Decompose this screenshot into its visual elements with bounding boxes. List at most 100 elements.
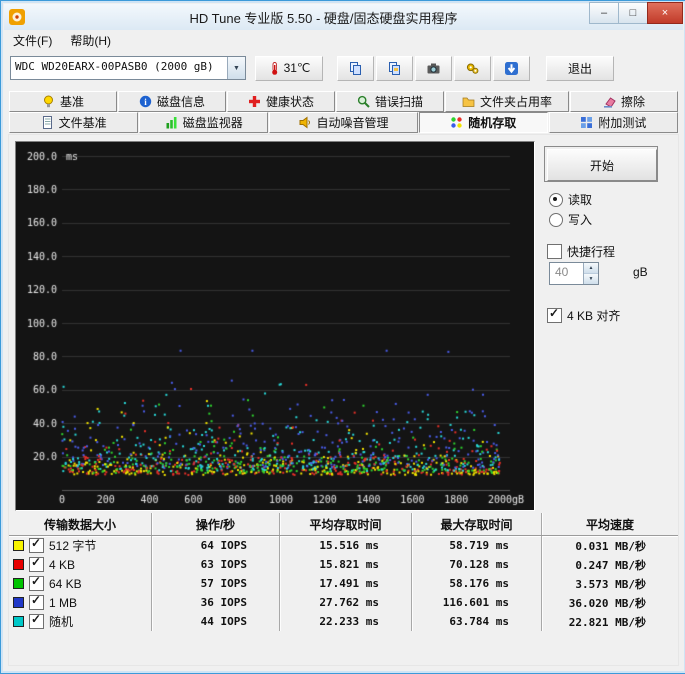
tab-label: 随机存取 xyxy=(468,116,517,130)
table-row: 1 MB 36 IOPS 27.762 ms 116.601 ms 36.020… xyxy=(9,593,678,612)
spinner: ▲ ▼ xyxy=(583,263,598,284)
tab-extra-tests[interactable]: 附加测试 xyxy=(548,112,679,133)
avg-speed-value: 36.020 MB/秒 xyxy=(541,593,678,612)
tab-label: 擦除 xyxy=(620,95,645,109)
max-access-value: 116.601 ms xyxy=(411,593,541,612)
avg-speed-value: 22.821 MB/秒 xyxy=(541,612,678,631)
tab-label: 磁盘信息 xyxy=(157,95,206,109)
tab-folder-usage[interactable]: 文件夹占用率 xyxy=(445,91,569,112)
copy-text-button[interactable] xyxy=(337,55,374,81)
max-access-value: 58.176 ms xyxy=(411,574,541,593)
magnifier-icon xyxy=(357,95,370,108)
series-swatch xyxy=(13,559,24,570)
read-option[interactable]: 读取 xyxy=(549,191,592,208)
update-button[interactable] xyxy=(493,55,530,81)
start-button[interactable]: 开始 xyxy=(547,149,657,181)
screenshot-button[interactable] xyxy=(415,55,452,81)
col-header: 传输数据大小 xyxy=(43,517,116,532)
hdtune-window: HD Tune 专业版 5.50 - 硬盘/固态硬盘实用程序 – □ × 文件(… xyxy=(0,0,685,674)
app-icon xyxy=(9,9,25,25)
quick-stroke-unit: gB xyxy=(633,265,648,279)
table-row: 512 字节 64 IOPS 15.516 ms 58.719 ms 0.031… xyxy=(9,536,678,555)
tab-health[interactable]: 健康状态 xyxy=(227,91,336,112)
align-option[interactable]: 4 KB 对齐 xyxy=(547,306,620,324)
tab-label: 健康状态 xyxy=(266,95,315,109)
copy-image-button[interactable] xyxy=(376,55,413,81)
eraser-icon xyxy=(603,95,616,108)
speaker-icon xyxy=(299,116,312,129)
avg-access-value: 17.491 ms xyxy=(279,574,411,593)
tab-file-benchmark[interactable]: 文件基准 xyxy=(9,112,139,133)
series-label: 4 KB xyxy=(49,557,76,572)
tab-noise-management[interactable]: 自动噪音管理 xyxy=(269,112,418,133)
spin-up-icon[interactable]: ▲ xyxy=(584,263,598,274)
menu-file[interactable]: 文件(F) xyxy=(4,30,61,51)
series-label: 512 字节 xyxy=(49,539,97,553)
titlebar: HD Tune 专业版 5.50 - 硬盘/固态硬盘实用程序 – □ × xyxy=(4,2,683,30)
read-radio[interactable] xyxy=(549,192,563,207)
tab-disk-monitor[interactable]: 磁盘监视器 xyxy=(139,112,269,133)
spin-down-icon[interactable]: ▼ xyxy=(584,274,598,284)
tab-random-access[interactable]: 随机存取 xyxy=(418,112,548,133)
align-checkbox[interactable] xyxy=(547,306,562,323)
max-access-value: 63.784 ms xyxy=(411,612,541,631)
camera-icon xyxy=(427,62,440,75)
temperature-button[interactable]: 31℃ xyxy=(255,55,323,81)
write-option[interactable]: 写入 xyxy=(549,211,592,228)
tab-label: 磁盘监视器 xyxy=(182,116,243,130)
iops-value: 64 IOPS xyxy=(151,536,279,555)
health-cross-icon xyxy=(248,95,261,108)
tab-disk-info[interactable]: i 磁盘信息 xyxy=(118,91,227,112)
avg-access-value: 27.762 ms xyxy=(279,593,411,612)
iops-value: 57 IOPS xyxy=(151,574,279,593)
tab-label: 基准 xyxy=(60,95,85,109)
col-header: 最大存取时间 xyxy=(411,513,541,535)
read-label: 读取 xyxy=(568,193,593,207)
iops-value: 36 IOPS xyxy=(151,593,279,612)
tab-benchmark[interactable]: 基准 xyxy=(9,91,118,112)
series-checkbox[interactable] xyxy=(29,555,44,572)
tab-label: 错误扫描 xyxy=(375,95,424,109)
col-header: 平均存取时间 xyxy=(279,513,411,535)
random-dots-icon xyxy=(450,116,463,129)
tab-label: 附加测试 xyxy=(598,116,647,130)
options-button[interactable] xyxy=(454,55,491,81)
series-swatch xyxy=(13,597,24,608)
tab-label: 自动噪音管理 xyxy=(316,116,389,130)
quick-stroke-label: 快捷行程 xyxy=(567,245,616,259)
minimize-button[interactable]: – xyxy=(589,2,619,24)
toolbar-button-group xyxy=(337,55,530,81)
menu-help[interactable]: 帮助(H) xyxy=(61,30,120,51)
avg-access-value: 22.233 ms xyxy=(279,612,411,631)
quick-stroke-checkbox[interactable] xyxy=(547,244,562,259)
quick-stroke-input[interactable]: 40 ▲ ▼ xyxy=(549,262,599,285)
drive-select[interactable]: WDC WD20EARX-00PASB0 (2000 gB) ▼ xyxy=(10,56,246,80)
tab-erase[interactable]: 擦除 xyxy=(569,91,678,112)
file-icon xyxy=(41,116,54,129)
avg-access-value: 15.516 ms xyxy=(279,536,411,555)
avg-speed-value: 0.031 MB/秒 xyxy=(541,536,678,555)
quick-stroke-option[interactable]: 快捷行程 xyxy=(547,243,615,260)
series-label: 64 KB xyxy=(49,576,82,591)
series-label: 1 MB xyxy=(49,595,78,610)
series-checkbox[interactable] xyxy=(29,536,44,553)
chevron-down-icon[interactable]: ▼ xyxy=(227,57,245,79)
thermometer-icon xyxy=(268,61,281,75)
exit-button[interactable]: 退出 xyxy=(546,55,614,81)
maximize-button[interactable]: □ xyxy=(618,2,648,24)
write-radio[interactable] xyxy=(549,212,563,227)
lightbulb-icon xyxy=(42,95,55,108)
close-button[interactable]: × xyxy=(647,2,683,24)
series-checkbox[interactable] xyxy=(29,593,44,610)
series-checkbox[interactable] xyxy=(29,574,44,591)
window-title: HD Tune 专业版 5.50 - 硬盘/固态硬盘实用程序 xyxy=(189,10,458,26)
series-swatch xyxy=(13,540,24,551)
col-header: 平均速度 xyxy=(541,513,678,535)
avg-access-value: 15.821 ms xyxy=(279,555,411,574)
copy-icon xyxy=(349,61,362,75)
folder-icon xyxy=(462,95,475,108)
table-row: 随机 44 IOPS 22.233 ms 63.784 ms 22.821 MB… xyxy=(9,612,678,631)
tab-error-scan[interactable]: 错误扫描 xyxy=(336,91,445,112)
series-checkbox[interactable] xyxy=(29,612,44,629)
bar-chart-icon xyxy=(165,116,178,129)
